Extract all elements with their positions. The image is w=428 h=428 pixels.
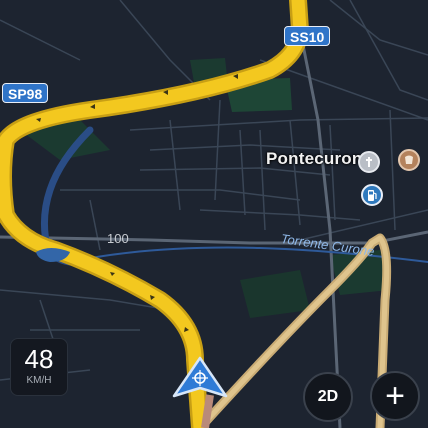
speedometer: 48 KM/H	[10, 338, 68, 396]
place-label: Pontecurone	[266, 149, 373, 168]
fuel-station-icon[interactable]	[361, 184, 383, 206]
road-shield-sp98: SP98	[2, 83, 49, 103]
speed-unit: KM/H	[26, 375, 52, 386]
road-number-label: 100	[107, 231, 129, 246]
speed-value: 48	[24, 344, 54, 374]
navigation-arrow-icon	[172, 356, 228, 398]
shop-icon[interactable]	[398, 149, 420, 171]
zoom-in-button[interactable]: +	[370, 371, 420, 421]
view-mode-2d-button[interactable]: 2D	[303, 372, 353, 422]
road-shield-ss10: SS10	[284, 26, 331, 46]
church-icon[interactable]	[358, 151, 380, 173]
